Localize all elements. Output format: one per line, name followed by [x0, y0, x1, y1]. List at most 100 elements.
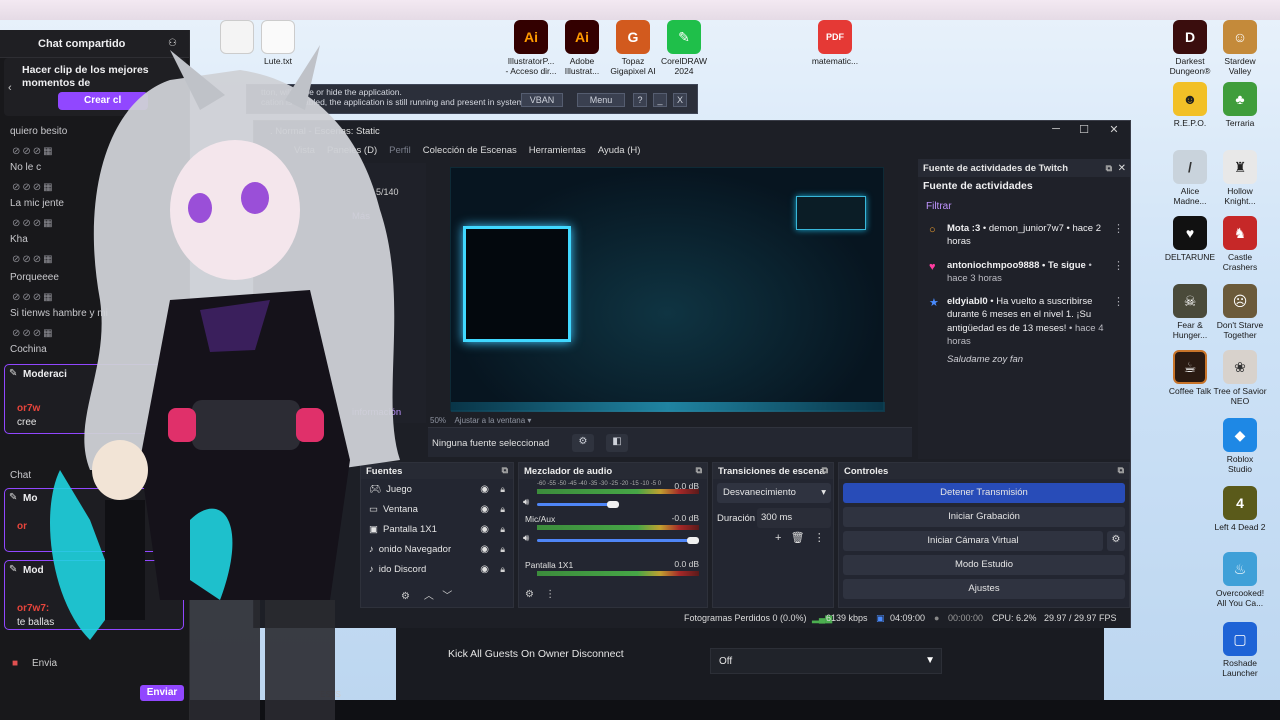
bottom-send-label[interactable]: Envia	[32, 658, 57, 669]
program-preview[interactable]	[450, 167, 885, 412]
more-options-icon[interactable]: ⋮	[1113, 295, 1124, 310]
slider-knob[interactable]	[687, 537, 699, 544]
mod-tools[interactable]: ⊘⊘⊘▦	[12, 254, 55, 265]
slider-knob[interactable]	[607, 501, 619, 508]
help-button[interactable]: ?	[633, 93, 647, 107]
gear-icon[interactable]: ⚙	[525, 589, 534, 600]
popout-icon[interactable]: ⧉	[1106, 163, 1112, 174]
menu-vista[interactable]: Vista	[294, 145, 315, 156]
source-item[interactable]: ▣ Pantalla 1X1 ◉ 🔒︎	[361, 519, 513, 539]
transition-select[interactable]: Desvanecimiento ▾	[717, 483, 831, 503]
minimize-icon[interactable]: ─	[1048, 123, 1064, 135]
virtual-camera-button[interactable]: Iniciar Cámara Virtual	[843, 531, 1103, 551]
popout-icon[interactable]: ⧉	[502, 465, 508, 476]
source-item[interactable]: ♪ onido Navegador ◉ 🔒︎	[361, 539, 513, 559]
speaker-icon[interactable]: 🔊︎	[523, 497, 529, 508]
filter-icon[interactable]: ◧	[606, 434, 628, 452]
settings-button[interactable]: Ajustes	[843, 579, 1125, 599]
desktop-icon-terraria[interactable]: ♣ Terraria	[1208, 82, 1272, 129]
more-options-icon[interactable]: ⋮	[1113, 222, 1124, 237]
desktop-icon-overcooked[interactable]: ♨ Overcooked! All You Ca...	[1208, 552, 1272, 609]
create-clip-button[interactable]: Crear cl	[58, 92, 148, 110]
kick-guests-select[interactable]: Off ▼	[710, 648, 942, 674]
chevron-left-icon[interactable]: ‹	[8, 82, 12, 94]
visibility-icon[interactable]: ◉	[480, 484, 489, 495]
zoom-level[interactable]: 50%	[430, 416, 446, 425]
desktop-icon-left4dead[interactable]: 4 Left 4 Dead 2	[1208, 486, 1272, 533]
more-options-icon[interactable]: ⋮	[545, 589, 555, 600]
gear-icon[interactable]: ⚙	[572, 434, 594, 452]
feed-user[interactable]: eldyiabl0	[947, 296, 988, 307]
mod-tools[interactable]: ⊘⊘⊘▦	[12, 146, 55, 157]
move-down-icon[interactable]: ﹀	[442, 591, 452, 602]
visibility-icon[interactable]: ◉	[480, 564, 489, 575]
duration-stepper[interactable]: 300 ms	[757, 508, 831, 528]
move-up-icon[interactable]: ︿	[424, 591, 434, 602]
desktop-icon-coreldraw[interactable]: ✎ CorelDRAW 2024	[652, 20, 716, 77]
volume-slider[interactable]	[537, 539, 699, 542]
volume-slider[interactable]	[537, 503, 617, 506]
moderation-card[interactable]: ✎ Mo or	[4, 488, 184, 552]
start-recording-button[interactable]: Iniciar Grabación	[843, 507, 1125, 527]
more-link[interactable]: Más	[352, 211, 370, 222]
desktop-icon-pdf[interactable]: PDF matematic...	[803, 20, 867, 67]
lock-icon[interactable]: 🔒︎	[500, 484, 505, 495]
menu-herramientas[interactable]: Herramientas	[529, 145, 586, 156]
gear-icon[interactable]: ⚙	[1107, 531, 1125, 551]
filter-link[interactable]: Filtrar	[918, 195, 1130, 218]
minimize-button[interactable]: _	[653, 93, 667, 107]
source-item[interactable]: 🎮︎ Juego ◉ 🔒︎	[361, 479, 513, 499]
source-item[interactable]: ♪ ido Discord ◉ 🔒︎	[361, 559, 513, 579]
desktop-icon-castle-crashers[interactable]: ♞ Castle Crashers	[1208, 216, 1272, 273]
info-link[interactable]: información	[352, 407, 401, 418]
moderation-card[interactable]: ✎ Moderaci or7w cree	[4, 364, 184, 434]
menu-coleccion[interactable]: Colección de Escenas	[423, 145, 517, 156]
popout-icon[interactable]: ⧉	[822, 465, 828, 476]
popout-icon[interactable]: ⧉	[1118, 465, 1124, 476]
fit-window-select[interactable]: Ajustar a la ventana	[454, 416, 525, 425]
desktop-icon-dont-starve[interactable]: ☹ Don't Starve Together	[1208, 284, 1272, 341]
desktop-icon-roshade[interactable]: ▢ Roshade Launcher	[1208, 622, 1272, 679]
visibility-icon[interactable]: ◉	[480, 544, 489, 555]
desktop-icon-roblox-studio[interactable]: ◆ Roblox Studio	[1208, 418, 1272, 475]
menu-perfil[interactable]: Perfil	[389, 145, 411, 156]
maximize-icon[interactable]: ☐	[1076, 123, 1092, 136]
mod-tools[interactable]: ⊘⊘⊘▦	[12, 218, 55, 229]
feed-user[interactable]: Mota :3	[947, 223, 980, 234]
close-icon[interactable]: ✕	[1118, 163, 1126, 174]
speaker-icon[interactable]: 🔊︎	[523, 533, 529, 544]
close-button[interactable]: X	[673, 93, 687, 107]
menu-ayuda[interactable]: Ayuda (H)	[598, 145, 641, 156]
add-icon[interactable]: +	[775, 532, 781, 544]
gear-icon[interactable]: ⚙	[401, 591, 410, 602]
feed-user[interactable]: antoniochmpoo9888	[947, 260, 1039, 271]
desktop-icon-stardew[interactable]: ☺ Stardew Valley	[1208, 20, 1272, 77]
desktop-icon-hollow-knight[interactable]: ♜ Hollow Knight...	[1208, 150, 1272, 207]
moderation-card[interactable]: ✎ Mod or7w7: te ballas	[4, 560, 184, 630]
mod-tools[interactable]: ⊘⊘⊘▦	[12, 328, 55, 339]
lock-icon[interactable]: 🔒︎	[500, 504, 505, 515]
send-button[interactable]: Enviar	[140, 685, 184, 701]
desktop-icon-tree-of-savior[interactable]: ❀ Tree of Savior NEO	[1208, 350, 1272, 407]
visibility-icon[interactable]: ◉	[480, 504, 489, 515]
popout-icon[interactable]: ⧉	[696, 465, 702, 476]
visibility-icon[interactable]: ◉	[480, 524, 489, 535]
mod-tools[interactable]: ⊘⊘⊘▦	[12, 292, 55, 303]
lock-icon[interactable]: 🔒︎	[500, 564, 505, 575]
close-icon[interactable]: ✕	[1106, 123, 1122, 136]
studio-mode-button[interactable]: Modo Estudio	[843, 555, 1125, 575]
more-options-icon[interactable]: ⋮	[1113, 259, 1124, 274]
source-item[interactable]: ▭ Ventana ◉ 🔒︎	[361, 499, 513, 519]
lock-icon[interactable]: 🔒︎	[500, 524, 505, 535]
lock-icon[interactable]: 🔒︎	[500, 544, 505, 555]
trash-icon[interactable]: 🗑︎	[791, 532, 805, 544]
camera-icon[interactable]: ■	[12, 658, 18, 669]
stop-stream-button[interactable]: Detener Transmisión	[843, 483, 1125, 503]
menu-button[interactable]: Menu	[577, 93, 625, 107]
users-icon[interactable]: ⚇	[168, 38, 177, 49]
menu-paneles[interactable]: Paneles (D)	[327, 145, 377, 156]
desktop-icon-lute[interactable]: Lute.txt	[246, 20, 310, 67]
more-options-icon[interactable]: ⋮	[814, 532, 825, 544]
mod-tools[interactable]: ⊘⊘⊘▦	[12, 182, 55, 193]
vban-button[interactable]: VBAN	[521, 93, 563, 107]
